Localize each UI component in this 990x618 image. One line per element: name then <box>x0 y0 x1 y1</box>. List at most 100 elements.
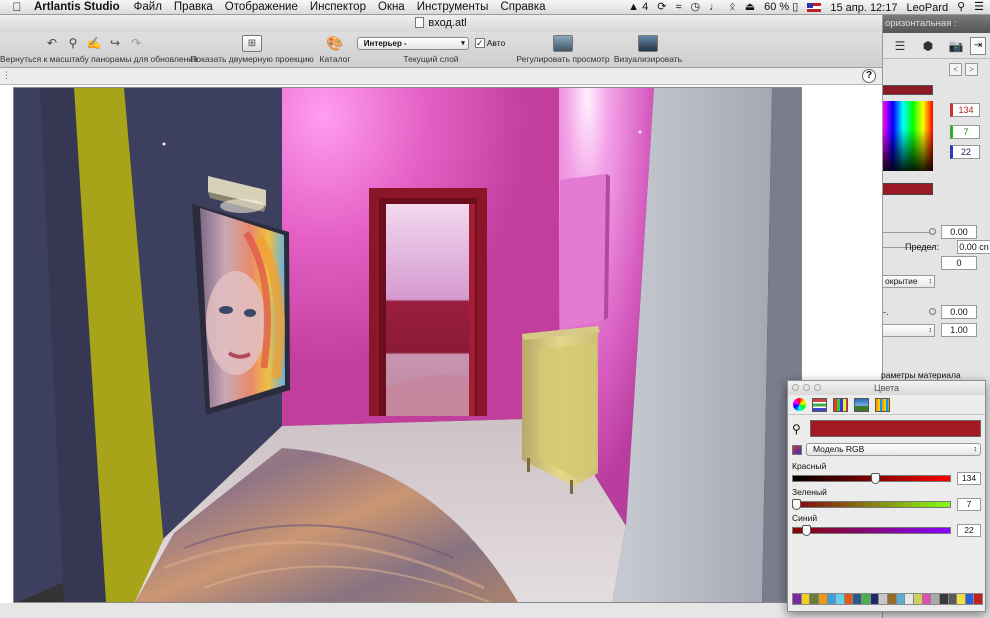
value-field-6[interactable]: 1.00 <box>941 323 977 337</box>
blue-slider-thumb[interactable] <box>801 524 811 536</box>
inspector-green-field[interactable]: 7 <box>950 125 980 139</box>
menu-view[interactable]: Отображение <box>225 1 298 13</box>
menu-edit[interactable]: Правка <box>174 1 213 13</box>
color-swatch[interactable] <box>922 594 932 604</box>
blue-slider-track[interactable] <box>792 524 951 536</box>
slider-knob[interactable] <box>929 308 936 315</box>
next-arrow-icon[interactable]: > <box>965 63 978 76</box>
clock[interactable]: 15 апр. 12:17 <box>830 2 897 14</box>
red-value-field[interactable]: 134 <box>957 471 981 485</box>
zoom-button[interactable] <box>814 384 821 391</box>
spotlight-icon[interactable]: ⚲ <box>957 0 965 15</box>
inspector-red-field[interactable]: 134 <box>950 103 980 117</box>
current-color-well[interactable] <box>810 420 981 437</box>
color-swatch[interactable] <box>896 594 906 604</box>
undo-icon[interactable]: ↶ <box>43 35 61 51</box>
auto-checkbox[interactable]: ✓ <box>474 38 485 48</box>
menu-file[interactable]: Файл <box>134 1 162 13</box>
color-wheel-icon[interactable] <box>793 398 806 411</box>
color-swatch[interactable] <box>801 594 811 604</box>
object-cube-icon[interactable]: ⬢ <box>917 37 939 55</box>
zoom-icon[interactable]: ⚲ <box>64 35 82 51</box>
color-swatch[interactable] <box>957 594 966 604</box>
color-swatch[interactable] <box>879 594 889 604</box>
color-sliders-icon[interactable] <box>812 397 827 412</box>
color-swatch[interactable] <box>810 594 819 604</box>
green-slider-thumb[interactable] <box>792 498 802 510</box>
crayons-icon[interactable] <box>875 397 890 412</box>
sync-icon[interactable]: ⟳ <box>657 0 666 15</box>
color-model-select[interactable]: Модель RGB ↕ <box>806 443 981 456</box>
value-field-3[interactable]: 0 <box>941 256 977 270</box>
close-button[interactable] <box>792 384 799 391</box>
render-group[interactable]: Визуализировать <box>612 34 684 66</box>
adjust-view-group[interactable]: Регулировать просмотр <box>514 34 612 66</box>
help-button[interactable]: ? <box>862 69 876 83</box>
panel-expand-icon[interactable]: ⇥ <box>970 37 986 55</box>
row6-popup[interactable]: ↕ <box>883 324 935 337</box>
material-color-swatch[interactable] <box>883 183 933 195</box>
adobe-status[interactable]: ▲ 4 <box>628 0 648 15</box>
color-swatch[interactable] <box>870 594 880 604</box>
render-icon[interactable] <box>638 34 658 52</box>
blue-value-field[interactable]: 22 <box>957 523 981 537</box>
material-tool-icon[interactable]: ☰ <box>889 37 911 55</box>
wifi-icon[interactable]: ≈ <box>675 0 681 15</box>
color-swatch[interactable] <box>965 594 975 604</box>
menu-inspector[interactable]: Инспектор <box>310 1 366 13</box>
resize-grip-icon[interactable]: ⋮ <box>2 70 11 81</box>
fit-icon[interactable]: ↪ <box>106 35 124 51</box>
inspector-blue-field[interactable]: 22 <box>950 145 980 159</box>
apple-logo-icon[interactable]:  <box>0 0 34 14</box>
battery-indicator[interactable]: 60 % ▯ <box>764 0 798 15</box>
coating-popup[interactable]: окрытие ↕ <box>883 275 935 288</box>
bluetooth-icon[interactable]: ᛟ <box>729 0 736 15</box>
green-value-field[interactable]: 7 <box>957 497 981 511</box>
redo-icon[interactable]: ↷ <box>127 35 145 51</box>
projection-2d-icon[interactable]: ⊞ <box>242 34 262 52</box>
green-slider-track[interactable] <box>792 498 951 510</box>
image-palettes-icon[interactable] <box>854 397 869 412</box>
color-swatch[interactable] <box>853 594 863 604</box>
magnifier-icon[interactable]: ⚲ <box>792 422 806 436</box>
minimize-button[interactable] <box>803 384 810 391</box>
color-swatch[interactable] <box>948 594 958 604</box>
color-swatch[interactable] <box>862 594 871 604</box>
color-swatch[interactable] <box>939 594 949 604</box>
prev-arrow-icon[interactable]: < <box>949 63 962 76</box>
limit-field[interactable]: 0.00 cn <box>957 240 990 254</box>
value-field-5[interactable]: 0.00 <box>941 305 977 319</box>
diffuse-color-bar[interactable] <box>883 85 933 95</box>
render-viewport[interactable] <box>13 87 802 603</box>
catalog-group[interactable]: 🎨 Каталог <box>316 34 354 66</box>
input-source-flag-icon[interactable] <box>807 3 822 12</box>
color-swatch[interactable] <box>974 594 983 604</box>
color-swatch[interactable] <box>888 594 897 604</box>
color-swatch[interactable] <box>793 594 802 604</box>
pan-icon[interactable]: ✍ <box>85 35 103 51</box>
eject-icon[interactable]: ⏏ <box>745 0 755 15</box>
value-field-1[interactable]: 0.00 <box>941 225 977 239</box>
menu-tools[interactable]: Инструменты <box>417 1 489 13</box>
menu-help[interactable]: Справка <box>500 1 545 13</box>
red-slider-thumb[interactable] <box>870 472 880 484</box>
notification-list-icon[interactable]: ☰ <box>974 0 984 15</box>
user-name[interactable]: LeoPard <box>906 2 948 14</box>
menu-windows[interactable]: Окна <box>378 1 405 13</box>
catalog-palette-icon[interactable]: 🎨 <box>326 35 344 51</box>
volume-icon[interactable]: ♩ <box>709 0 720 15</box>
color-swatch[interactable] <box>818 594 828 604</box>
adjust-view-icon[interactable] <box>553 34 573 52</box>
color-swatch[interactable] <box>836 594 845 604</box>
show-2d-group[interactable]: ⊞ Показать двумерную проекцию <box>189 34 315 66</box>
color-swatch[interactable] <box>913 594 923 604</box>
app-menu[interactable]: Artlantis Studio <box>34 1 120 13</box>
color-swatch[interactable] <box>827 594 837 604</box>
red-slider-track[interactable] <box>792 472 951 484</box>
slider-knob[interactable] <box>929 228 936 235</box>
color-palettes-icon[interactable] <box>833 397 848 412</box>
color-swatch[interactable] <box>905 594 914 604</box>
color-spectrum[interactable] <box>883 101 933 171</box>
color-swatch[interactable] <box>931 594 940 604</box>
time-machine-icon[interactable]: ◷ <box>691 0 701 15</box>
